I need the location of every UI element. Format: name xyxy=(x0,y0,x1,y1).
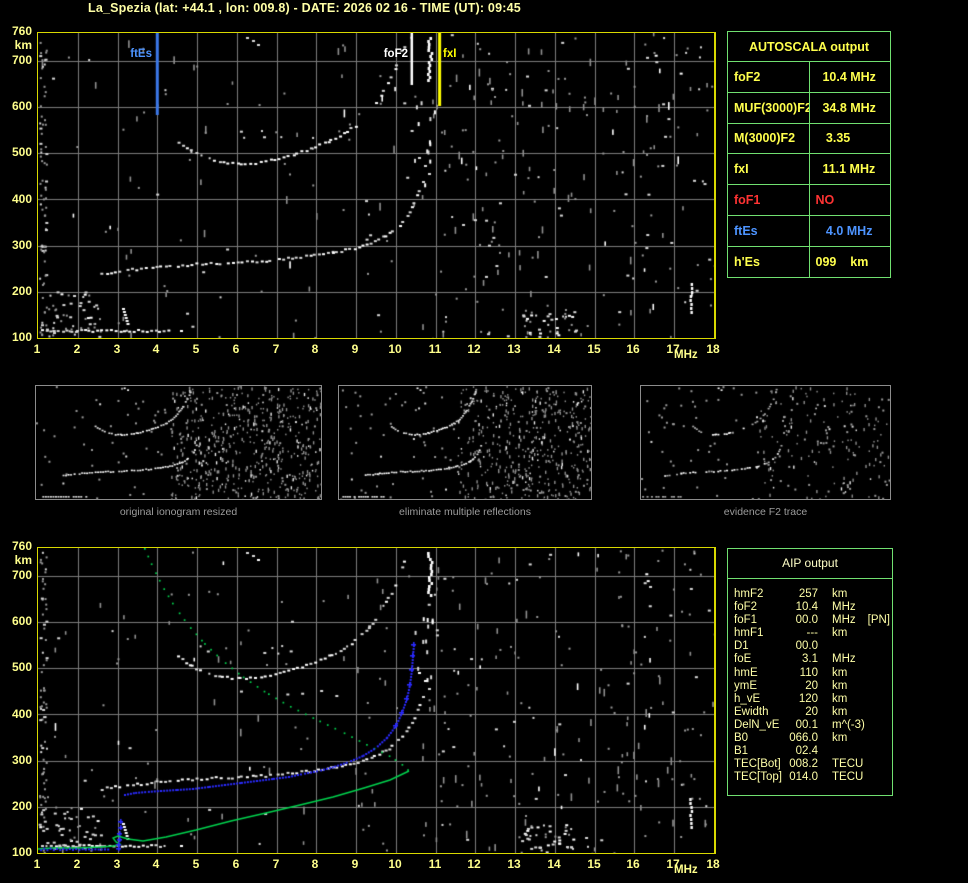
y-tick: 760 xyxy=(1,539,32,553)
aip-row: D100.0 xyxy=(728,640,892,653)
thumbnail-original-ionogram xyxy=(35,385,322,500)
autoscala-param: foF2 xyxy=(728,62,810,93)
x-tick: 5 xyxy=(185,857,207,871)
y-tick: 700 xyxy=(1,568,32,582)
autoscala-value: NO xyxy=(809,185,891,216)
aip-row: hmE110km xyxy=(728,667,892,680)
x-tick: 15 xyxy=(583,342,605,356)
fof2-marker-label: foF2 xyxy=(368,48,408,60)
x-tick: 9 xyxy=(344,342,366,356)
aip-row: Ewidth20km xyxy=(728,706,892,719)
aip-row: foE3.1MHz xyxy=(728,653,892,666)
x-axis-unit: MHz xyxy=(674,864,698,876)
y-tick: 400 xyxy=(1,707,32,721)
x-tick: 1 xyxy=(26,342,48,356)
autoscala-param: fxI xyxy=(728,154,810,185)
aip-row: TEC[Top]014.0TECU xyxy=(728,771,892,784)
x-tick: 2 xyxy=(66,857,88,871)
autoscala-param: MUF(3000)F2 xyxy=(728,92,810,123)
x-tick: 16 xyxy=(622,857,644,871)
autoscala-param: h'Es xyxy=(728,246,810,277)
x-tick: 11 xyxy=(424,857,446,871)
aip-row: DelN_vE00.1m^(-3) xyxy=(728,719,892,732)
thumbnail-caption: original ionogram resized xyxy=(35,506,322,518)
aip-row: B102.4 xyxy=(728,745,892,758)
x-tick: 14 xyxy=(543,857,565,871)
x-tick: 13 xyxy=(503,857,525,871)
y-tick: 760 xyxy=(1,24,32,38)
fxi-marker-label: fxI xyxy=(443,48,456,60)
x-tick: 7 xyxy=(265,342,287,356)
y-tick: 600 xyxy=(1,99,32,113)
y-tick: 600 xyxy=(1,614,32,628)
x-tick: 6 xyxy=(225,857,247,871)
y-tick: 400 xyxy=(1,192,32,206)
y-tick: 300 xyxy=(1,753,32,767)
autoscala-table-title: AUTOSCALA output xyxy=(728,32,891,62)
x-tick: 18 xyxy=(702,857,724,871)
x-tick: 2 xyxy=(66,342,88,356)
autoscala-value: 099 km xyxy=(809,246,891,277)
x-tick: 3 xyxy=(106,857,128,871)
y-tick: 700 xyxy=(1,53,32,67)
aip-row: foF210.4MHz xyxy=(728,601,892,614)
y-tick: 500 xyxy=(1,145,32,159)
ionogram-canvas-top xyxy=(37,32,716,339)
x-tick: 12 xyxy=(463,342,485,356)
y-tick: 300 xyxy=(1,238,32,252)
y-tick: 500 xyxy=(1,660,32,674)
x-tick: 8 xyxy=(304,342,326,356)
x-tick: 5 xyxy=(185,342,207,356)
thumbnail-eliminate-reflections xyxy=(338,385,592,500)
y-axis-unit: km xyxy=(1,553,32,567)
x-tick: 1 xyxy=(26,857,48,871)
ionogram-canvas-bottom xyxy=(37,547,716,854)
aip-row: ymE20km xyxy=(728,680,892,693)
x-tick: 16 xyxy=(622,342,644,356)
x-tick: 10 xyxy=(384,342,406,356)
x-tick: 8 xyxy=(304,857,326,871)
aip-output-table: AIP output hmF2257km foF210.4MHz foF100.… xyxy=(727,548,893,796)
x-tick: 11 xyxy=(424,342,446,356)
autoscala-value: 10.4 MHz xyxy=(809,62,891,93)
autoscala-output-table: AUTOSCALA output foF2 10.4 MHz MUF(3000)… xyxy=(727,31,891,278)
x-tick: 4 xyxy=(145,342,167,356)
x-tick: 12 xyxy=(463,857,485,871)
ftes-marker-label: ftEs xyxy=(112,48,152,60)
x-tick: 4 xyxy=(145,857,167,871)
x-tick: 6 xyxy=(225,342,247,356)
aip-row: TEC[Bot]008.2TECU xyxy=(728,758,892,771)
x-tick: 15 xyxy=(583,857,605,871)
autoscala-value: 3.35 xyxy=(809,123,891,154)
x-tick: 9 xyxy=(344,857,366,871)
y-axis-unit: km xyxy=(1,38,32,52)
x-tick: 13 xyxy=(503,342,525,356)
y-tick: 200 xyxy=(1,284,32,298)
x-tick: 3 xyxy=(106,342,128,356)
x-tick: 7 xyxy=(265,857,287,871)
aip-row: hmF2257km xyxy=(728,588,892,601)
x-tick: 10 xyxy=(384,857,406,871)
aip-row: hmF1---km xyxy=(728,627,892,640)
autoscala-param: ftEs xyxy=(728,215,810,246)
autoscala-value: 4.0 MHz xyxy=(809,215,891,246)
aip-row: h_vE120km xyxy=(728,693,892,706)
thumbnail-caption: eliminate multiple reflections xyxy=(338,506,592,518)
autoscala-value: 11.1 MHz xyxy=(809,154,891,185)
x-tick: 14 xyxy=(543,342,565,356)
aip-table-title: AIP output xyxy=(728,549,892,579)
aip-row: B0066.0km xyxy=(728,732,892,745)
thumbnail-evidence-f2-trace xyxy=(640,385,891,500)
autoscala-param: foF1 xyxy=(728,185,810,216)
station-title: La_Spezia (lat: +44.1 , lon: 009.8) - DA… xyxy=(88,1,521,15)
x-tick: 18 xyxy=(702,342,724,356)
y-tick: 200 xyxy=(1,799,32,813)
autoscala-param: M(3000)F2 xyxy=(728,123,810,154)
aip-row: foF100.0MHz[PN] xyxy=(728,614,892,627)
autoscala-value: 34.8 MHz xyxy=(809,92,891,123)
x-axis-unit: MHz xyxy=(674,349,698,361)
ionogram-app-window: La_Spezia (lat: +44.1 , lon: 009.8) - DA… xyxy=(0,0,968,883)
thumbnail-caption: evidence F2 trace xyxy=(640,506,891,518)
